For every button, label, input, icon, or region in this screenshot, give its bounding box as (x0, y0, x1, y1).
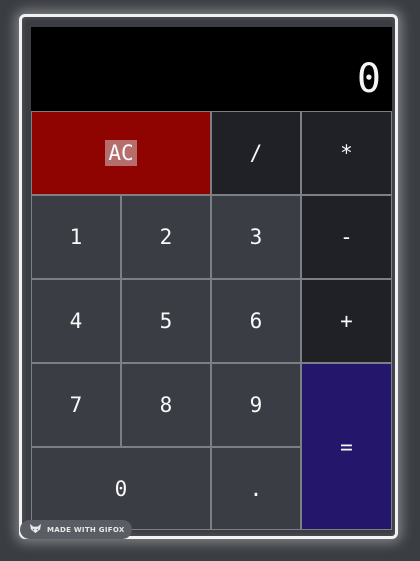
display: 0 (31, 27, 392, 111)
badge-label: MADE WITH GIFOX (47, 525, 125, 534)
clear-button[interactable]: AC (31, 111, 211, 195)
decimal-button[interactable]: . (211, 447, 301, 530)
calculator: 0 AC / * 1 2 3 - 4 5 6 + 7 8 9 = 0 . (31, 27, 392, 530)
digit-6-button[interactable]: 6 (211, 279, 301, 363)
digit-0-button[interactable]: 0 (31, 447, 211, 530)
digit-4-button[interactable]: 4 (31, 279, 121, 363)
divide-button[interactable]: / (211, 111, 301, 195)
digit-3-button[interactable]: 3 (211, 195, 301, 279)
digit-5-button[interactable]: 5 (121, 279, 211, 363)
multiply-button[interactable]: * (301, 111, 392, 195)
digit-2-button[interactable]: 2 (121, 195, 211, 279)
digit-7-button[interactable]: 7 (31, 363, 121, 447)
gifox-badge[interactable]: MADE WITH GIFOX (20, 520, 132, 539)
minus-button[interactable]: - (301, 195, 392, 279)
plus-button[interactable]: + (301, 279, 392, 363)
keypad: AC / * 1 2 3 - 4 5 6 + 7 8 9 = 0 . (31, 111, 392, 530)
fox-icon (29, 523, 42, 536)
digit-8-button[interactable]: 8 (121, 363, 211, 447)
clear-label: AC (105, 140, 137, 166)
equals-button[interactable]: = (301, 363, 392, 530)
digit-9-button[interactable]: 9 (211, 363, 301, 447)
display-value: 0 (356, 56, 381, 102)
digit-1-button[interactable]: 1 (31, 195, 121, 279)
